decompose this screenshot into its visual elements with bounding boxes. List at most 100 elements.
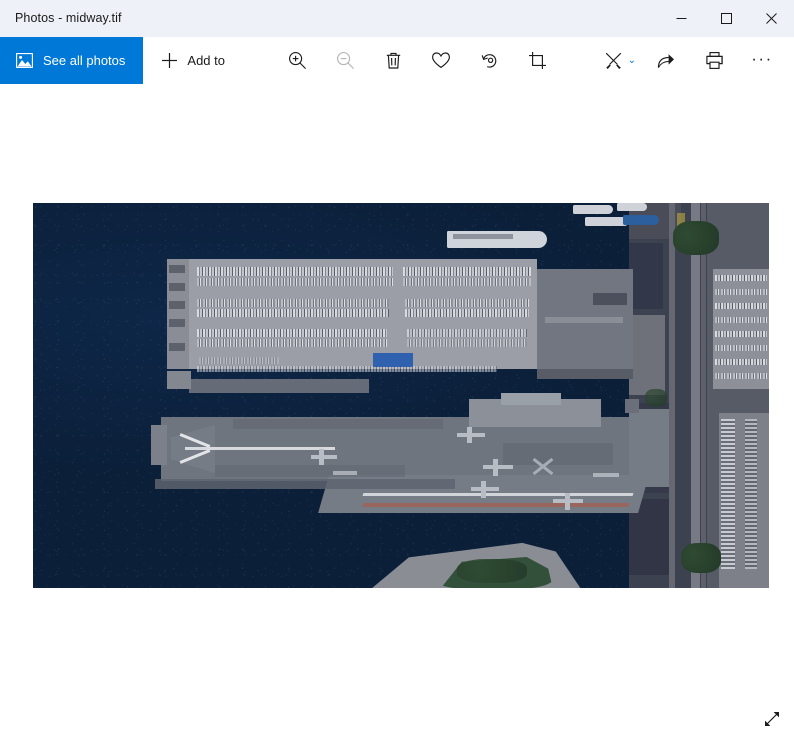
tree-cluster <box>457 559 527 583</box>
ellipsis-icon: ··· <box>751 49 773 68</box>
pier-object <box>169 283 185 291</box>
edit-and-create-button[interactable]: ⌄ <box>594 37 642 84</box>
wharf-apron <box>537 269 633 377</box>
road <box>691 203 700 588</box>
boat <box>617 203 647 211</box>
pier-object <box>169 265 185 273</box>
wharf-marking <box>545 317 623 323</box>
car-column <box>721 419 735 569</box>
see-all-photos-label: See all photos <box>43 53 126 68</box>
car-row <box>715 359 767 365</box>
car-row <box>405 299 529 307</box>
heart-icon <box>432 52 451 69</box>
add-to-button[interactable]: Add to <box>143 37 241 84</box>
share-icon <box>657 54 674 68</box>
pier-object <box>169 343 185 351</box>
maximize-button[interactable] <box>704 0 749 36</box>
car-column <box>745 419 757 569</box>
trash-icon <box>386 52 400 69</box>
carrier-pier <box>155 479 455 489</box>
car-row <box>407 329 527 337</box>
ship-superstructure <box>453 234 513 239</box>
car-row <box>197 366 497 372</box>
deck-edge-marking <box>362 503 630 507</box>
angled-deck-centerline <box>362 493 634 496</box>
parking-lot-right <box>713 269 769 389</box>
print-button[interactable] <box>690 37 738 84</box>
magnifier-minus-icon <box>336 52 354 70</box>
car-row <box>715 373 767 379</box>
car-row <box>715 317 767 323</box>
carrier-bow-tip <box>151 425 167 465</box>
chevron-down-icon: ⌄ <box>627 54 636 66</box>
magnifier-plus-icon <box>288 52 306 70</box>
command-bar-center <box>241 37 594 84</box>
command-bar: See all photos Add to ⌄ ··· <box>0 37 794 84</box>
car-row <box>405 309 529 317</box>
tree-cluster <box>645 389 667 407</box>
quay-wall <box>537 369 633 379</box>
pier-object <box>169 319 185 327</box>
boat <box>573 205 613 214</box>
diagonal-arrows-icon <box>765 712 779 726</box>
pier-object <box>169 301 185 309</box>
print-icon <box>705 52 723 69</box>
plus-icon <box>162 53 178 68</box>
wharf-object <box>593 293 627 305</box>
maximize-icon <box>721 12 732 24</box>
minimize-icon <box>676 17 687 19</box>
carrier-island-top <box>501 393 561 405</box>
photo-viewer[interactable] <box>0 84 794 741</box>
car-row <box>197 339 387 347</box>
aircraft <box>333 471 357 475</box>
zoom-out-button[interactable] <box>321 37 369 84</box>
window-controls <box>659 0 794 36</box>
rotate-button[interactable] <box>465 37 513 84</box>
deck-panel <box>215 465 405 477</box>
car-row <box>199 357 279 364</box>
rotate-icon <box>481 54 497 68</box>
aircraft-wing <box>493 459 498 476</box>
see-more-button[interactable]: ··· <box>738 37 786 84</box>
window-title: Photos - midway.tif <box>15 11 122 25</box>
add-to-label: Add to <box>187 53 225 68</box>
zoom-in-button[interactable] <box>273 37 321 84</box>
photo-canvas[interactable] <box>33 203 769 588</box>
car-row <box>197 299 389 307</box>
aircraft-wing <box>481 481 486 498</box>
car-row <box>197 309 389 317</box>
car-row <box>197 278 393 286</box>
car-row <box>715 289 767 295</box>
favorite-button[interactable] <box>417 37 465 84</box>
close-button[interactable] <box>749 0 794 36</box>
aircraft-wing <box>319 449 324 465</box>
command-bar-right: ⌄ ··· <box>594 37 794 84</box>
pier-edge-west <box>167 259 189 369</box>
see-all-photos-button[interactable]: See all photos <box>0 37 144 84</box>
share-button[interactable] <box>642 37 690 84</box>
road <box>701 203 706 588</box>
photos-app-window: Photos - midway.tif See all photos Add t… <box>0 0 794 741</box>
road <box>669 203 675 588</box>
car-row <box>403 267 531 276</box>
car-row <box>715 303 767 309</box>
minimize-button[interactable] <box>659 0 704 36</box>
car-row <box>715 275 767 281</box>
carrier-mast <box>625 399 639 413</box>
jetty-head <box>167 371 191 389</box>
deck-panel <box>503 443 613 465</box>
aircraft <box>483 465 513 469</box>
crop-icon <box>528 52 546 69</box>
car-row <box>715 331 767 337</box>
command-bar-left: See all photos Add to <box>0 37 241 84</box>
building <box>629 243 663 309</box>
boat-blue <box>623 215 659 225</box>
fullscreen-toggle[interactable] <box>758 705 786 733</box>
car-row <box>407 339 527 347</box>
crop-button[interactable] <box>513 37 561 84</box>
car-row <box>403 278 531 286</box>
aircraft <box>593 473 619 477</box>
carrier-stern <box>629 409 669 487</box>
car-row <box>715 345 767 351</box>
delete-button[interactable] <box>369 37 417 84</box>
